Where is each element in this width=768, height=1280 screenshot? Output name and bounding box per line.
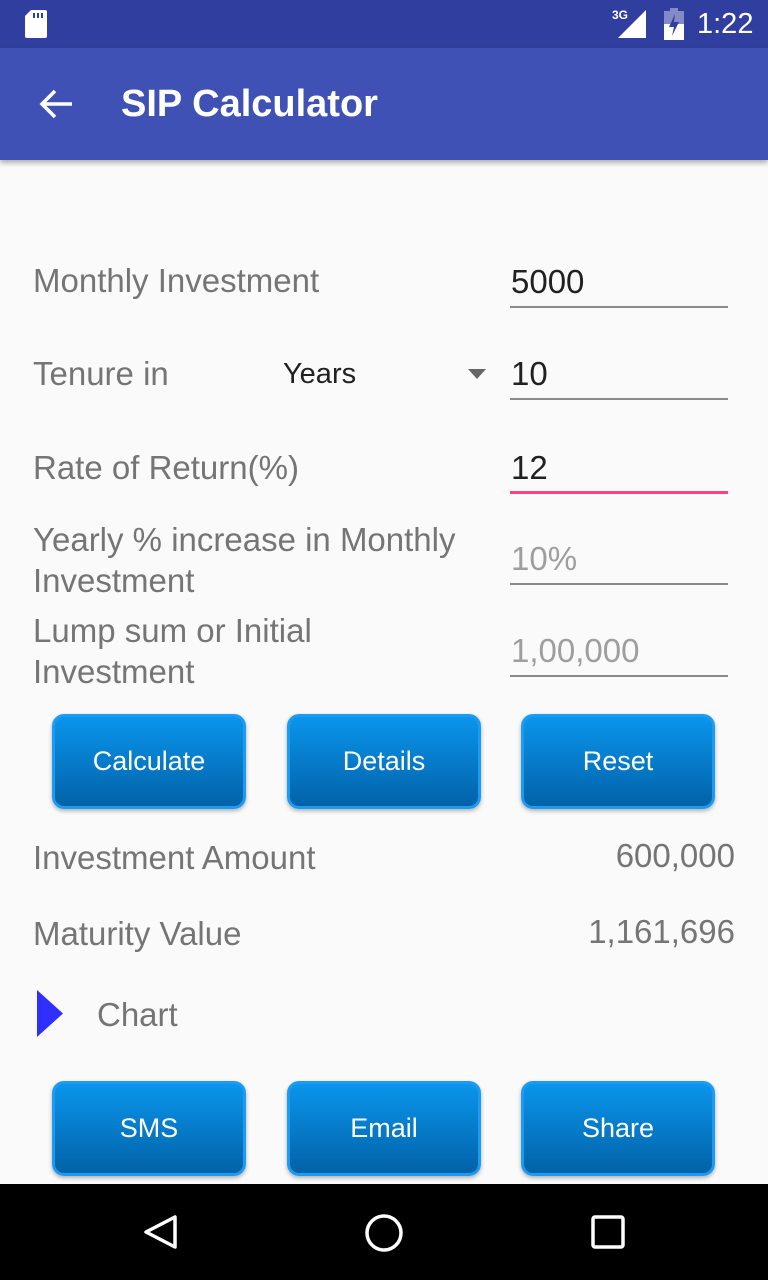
- home-nav-icon[interactable]: [364, 1213, 404, 1253]
- back-nav-icon[interactable]: [142, 1214, 178, 1250]
- tenure-input[interactable]: 10: [510, 354, 728, 400]
- tenure-label: Tenure in: [33, 355, 169, 392]
- monthly-investment-input[interactable]: 5000: [510, 262, 728, 308]
- clock: 1:22: [697, 8, 754, 40]
- share-button[interactable]: Share: [521, 1081, 715, 1176]
- app-bar: SIP Calculator: [0, 48, 768, 160]
- dropdown-arrow-icon: [468, 369, 486, 379]
- yearly-increase-label-1: Yearly % increase in Monthly: [33, 521, 456, 558]
- expand-triangle-icon: [37, 990, 63, 1037]
- signal-icon: [618, 10, 646, 38]
- maturity-value: 1,161,696: [588, 913, 735, 950]
- calculate-button[interactable]: Calculate: [52, 714, 246, 809]
- investment-amount-value: 600,000: [615, 837, 735, 874]
- page-title: SIP Calculator: [121, 83, 378, 125]
- lump-sum-label-2: Investment: [33, 653, 195, 690]
- rate-label: Rate of Return(%): [33, 449, 299, 486]
- investment-amount-label: Investment Amount: [33, 839, 316, 876]
- battery-icon: [664, 8, 684, 40]
- yearly-increase-input[interactable]: 10%: [510, 539, 728, 585]
- yearly-increase-label-2: Investment: [33, 562, 195, 599]
- recents-nav-icon[interactable]: [591, 1215, 625, 1249]
- sms-button[interactable]: SMS: [52, 1081, 246, 1176]
- back-arrow-icon[interactable]: [38, 88, 74, 120]
- monthly-investment-label: Monthly Investment: [33, 262, 320, 299]
- reset-button[interactable]: Reset: [521, 714, 715, 809]
- chart-label: Chart: [97, 996, 178, 1033]
- status-bar: 3G 1:22: [0, 0, 768, 48]
- navigation-bar: [0, 1184, 768, 1280]
- rate-input[interactable]: 12: [510, 448, 728, 494]
- tenure-unit-value: Years: [283, 358, 357, 390]
- lump-sum-label-1: Lump sum or Initial: [33, 612, 312, 649]
- chart-toggle[interactable]: Chart: [30, 985, 230, 1043]
- email-button[interactable]: Email: [287, 1081, 481, 1176]
- tenure-unit-spinner[interactable]: Years: [270, 350, 495, 398]
- maturity-value-label: Maturity Value: [33, 915, 242, 952]
- lump-sum-input[interactable]: 1,00,000: [510, 631, 728, 677]
- details-button[interactable]: Details: [287, 714, 481, 809]
- sd-card-icon: [25, 10, 47, 38]
